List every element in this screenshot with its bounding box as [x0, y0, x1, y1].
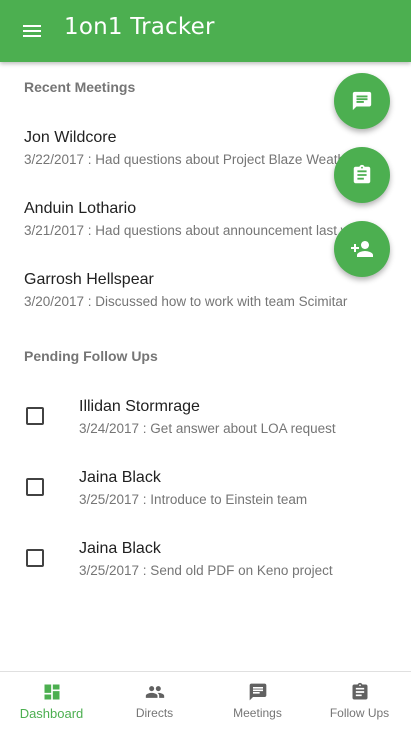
nav-dashboard[interactable]: Dashboard — [0, 672, 103, 729]
follow-up-item[interactable]: Jaina Black 3/25/2017 : Introduce to Ein… — [24, 469, 394, 509]
message-icon — [249, 683, 266, 701]
bottom-navigation: Dashboard Directs Meetings Follow Ups — [0, 671, 411, 729]
clipboard-icon — [353, 164, 371, 184]
follow-up-text: Illidan Stormrage 3/24/2017 : Get answer… — [79, 398, 336, 436]
follow-up-description: 3/25/2017 : Send old PDF on Keno project — [79, 563, 333, 578]
nav-label: Meetings — [233, 706, 282, 720]
new-follow-up-fab[interactable] — [334, 147, 390, 203]
follow-up-checkbox[interactable] — [26, 549, 44, 567]
meeting-description: 3/20/2017 : Discussed how to work with t… — [24, 294, 348, 309]
new-meeting-fab[interactable] — [334, 73, 390, 129]
follow-up-item[interactable]: Illidan Stormrage 3/24/2017 : Get answer… — [24, 398, 394, 438]
nav-label: Follow Ups — [329, 706, 390, 720]
nav-label: Dashboard — [19, 706, 84, 721]
meeting-name: Jon Wildcore — [24, 129, 117, 146]
follow-up-item[interactable]: Jaina Black 3/25/2017 : Send old PDF on … — [24, 540, 394, 580]
recent-meetings-header: Recent Meetings — [24, 79, 136, 95]
menu-icon[interactable] — [20, 19, 44, 43]
follow-up-name: Jaina Black — [79, 540, 161, 557]
meeting-item[interactable]: Garrosh Hellspear 3/20/2017 : Discussed … — [24, 271, 394, 309]
add-direct-fab[interactable] — [334, 221, 390, 277]
follow-up-name: Illidan Stormrage — [79, 398, 200, 415]
nav-directs[interactable]: Directs — [103, 672, 206, 729]
message-icon — [352, 91, 372, 111]
app-title: 1on1 Tracker — [64, 14, 215, 40]
nav-follow-ups[interactable]: Follow Ups — [308, 672, 411, 729]
people-icon — [145, 686, 164, 698]
follow-up-description: 3/25/2017 : Introduce to Einstein team — [79, 492, 308, 507]
follow-up-checkbox[interactable] — [26, 407, 44, 425]
nav-label: Directs — [135, 706, 174, 720]
meeting-name: Anduin Lothario — [24, 200, 137, 217]
follow-up-text: Jaina Black 3/25/2017 : Introduce to Ein… — [79, 469, 307, 507]
add-person-icon — [351, 241, 373, 257]
pending-follow-ups-header: Pending Follow Ups — [24, 348, 158, 364]
app-bar: 1on1 Tracker — [0, 0, 411, 62]
meeting-name: Garrosh Hellspear — [24, 271, 154, 288]
follow-up-checkbox[interactable] — [26, 478, 44, 496]
nav-meetings[interactable]: Meetings — [206, 672, 309, 729]
clipboard-icon — [352, 682, 367, 700]
follow-up-name: Jaina Black — [79, 469, 161, 486]
follow-up-description: 3/24/2017 : Get answer about LOA request — [79, 421, 336, 436]
follow-up-text: Jaina Black 3/25/2017 : Send old PDF on … — [79, 540, 333, 578]
dashboard-icon — [44, 684, 59, 700]
